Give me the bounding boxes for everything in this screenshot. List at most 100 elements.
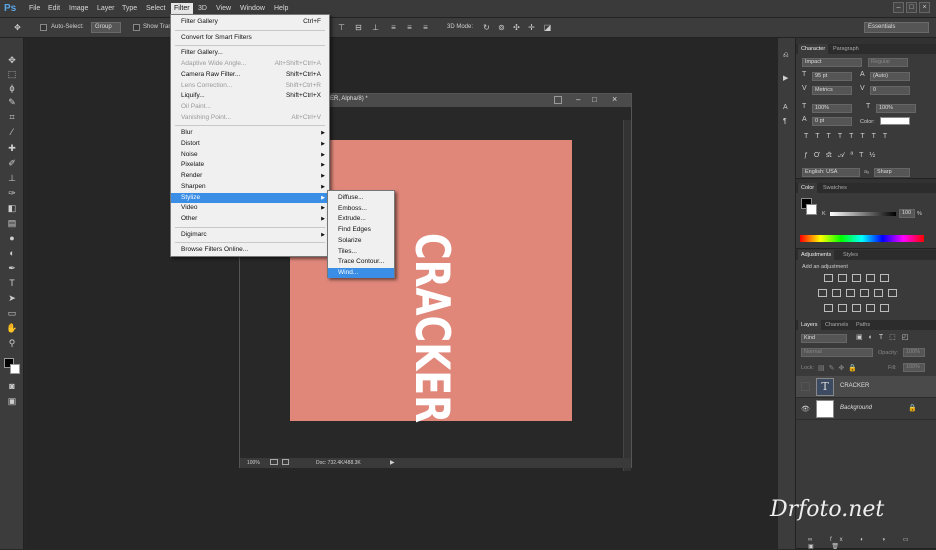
doc-maximize-button[interactable]: □ [592, 95, 597, 104]
doc-close-button[interactable]: × [612, 94, 617, 104]
background-color-swatch[interactable] [10, 364, 20, 374]
filter-menu-item[interactable]: Render ▶ [171, 171, 329, 181]
auto-select-checkbox[interactable] [40, 24, 47, 31]
filter-menu-item[interactable]: Sharpen ▶ [171, 182, 329, 192]
move-tool-icon[interactable]: ✥ [13, 23, 22, 32]
lock-icons[interactable]: ▤✎✥🔒 [818, 364, 861, 372]
text-color-swatch[interactable] [880, 117, 910, 125]
exposure-icon[interactable] [866, 274, 875, 282]
doc-minimize-button[interactable]: – [576, 95, 580, 104]
color-spectrum[interactable] [800, 235, 924, 242]
menu-select[interactable]: Select [146, 3, 165, 15]
menu-layer[interactable]: Layer [97, 3, 115, 15]
type-tool-icon[interactable]: T [5, 277, 19, 290]
filter-menu-item[interactable]: Filter Gallery... [171, 48, 329, 58]
filter-menu-item[interactable]: Convert for Smart Filters [171, 33, 329, 43]
font-family-select[interactable]: Impact [802, 58, 862, 67]
vertical-scrollbar[interactable] [623, 120, 631, 471]
fill-field[interactable]: 100% [903, 363, 925, 372]
app-minimize-button[interactable]: – [893, 2, 904, 13]
opacity-field[interactable]: 100% [903, 348, 925, 357]
blend-mode-select[interactable]: Normal [801, 348, 873, 357]
filter-menu-item[interactable]: Video ▶ [171, 203, 329, 213]
quick-mask-icon[interactable]: ◙ [5, 380, 19, 393]
filter-menu-item[interactable]: Camera Raw Filter... Shift+Ctrl+A [171, 70, 329, 80]
actions-panel-icon[interactable]: ▶ [783, 74, 788, 82]
stylize-menu-item[interactable]: Trace Contour... [328, 257, 394, 267]
gradient-tool-icon[interactable]: ▤ [5, 217, 19, 230]
character-panel-icon[interactable]: A [783, 104, 788, 111]
tab-adjustments[interactable]: Adjustments [798, 250, 835, 260]
screen-mode-icon[interactable]: ▣ [5, 395, 19, 408]
filter-menu-item[interactable]: Browse Filters Online... [171, 245, 329, 255]
leading-field[interactable]: (Auto) [870, 72, 910, 81]
opentype-buttons[interactable]: ƒƠﬆ𝒜ªT½ [804, 151, 881, 160]
color-lookup-icon[interactable] [888, 289, 897, 297]
distribute-bottom-icon[interactable]: ≡ [421, 23, 430, 32]
levels-icon[interactable] [838, 274, 847, 282]
history-brush-tool-icon[interactable]: ✑ [5, 187, 19, 200]
language-select[interactable]: English: USA [802, 168, 860, 177]
eraser-tool-icon[interactable]: ◧ [5, 202, 19, 215]
align-bottom-icon[interactable]: ⊥ [371, 23, 380, 32]
auto-select-dropdown[interactable]: Group [91, 22, 121, 33]
color-bg-swatch[interactable] [806, 204, 817, 215]
layer-name[interactable]: CRACKER [840, 383, 869, 389]
align-top-icon[interactable]: ⊤ [337, 23, 346, 32]
posterize-icon[interactable] [838, 304, 847, 312]
filter-menu-item[interactable]: Noise ▶ [171, 150, 329, 160]
stylize-menu-item[interactable]: Tiles... [328, 247, 394, 257]
black-white-icon[interactable] [846, 289, 855, 297]
filter-menu-item[interactable]: Digimarc ▶ [171, 230, 329, 240]
lasso-tool-icon[interactable]: ϕ [5, 82, 19, 95]
layers-footer-icons[interactable]: ∞ fx ◐ ◑ ▭ ▣ 🗑 [808, 536, 936, 550]
tab-styles[interactable]: Styles [840, 250, 861, 260]
3d-orbit-icon[interactable]: ↻ [482, 23, 491, 32]
curves-icon[interactable] [852, 274, 861, 282]
3d-pan-icon[interactable]: ✣ [512, 23, 521, 32]
color-balance-icon[interactable] [832, 289, 841, 297]
filter-menu-item[interactable]: Liquify... Shift+Ctrl+X [171, 91, 329, 101]
tab-swatches[interactable]: Swatches [820, 183, 850, 193]
filter-menu-item[interactable]: Oil Paint... [171, 102, 329, 112]
pen-tool-icon[interactable]: ✒ [5, 262, 19, 275]
zoom-level[interactable]: 100% [247, 460, 260, 466]
workspace-switcher[interactable]: Essentials [864, 22, 929, 33]
menu-file[interactable]: File [29, 3, 40, 15]
eyedropper-tool-icon[interactable]: ⁄ [5, 126, 19, 139]
dodge-tool-icon[interactable]: ◐ [5, 247, 19, 260]
menu-edit[interactable]: Edit [48, 3, 60, 15]
crop-tool-icon[interactable]: ⌗ [5, 111, 19, 124]
baseline-shift-field[interactable]: 0 pt [812, 117, 852, 126]
filter-menu-item[interactable]: Distort ▶ [171, 139, 329, 149]
healing-tool-icon[interactable]: ✚ [5, 142, 19, 155]
layer-name[interactable]: Background [840, 405, 872, 411]
history-panel-icon[interactable]: ⎌ [783, 52, 789, 60]
marquee-tool-icon[interactable]: ⬚ [5, 68, 19, 81]
clone-stamp-tool-icon[interactable]: ⊥ [5, 172, 19, 185]
filter-menu-item[interactable]: Stylize ▶ [171, 192, 329, 203]
status-share-icon[interactable] [282, 459, 289, 465]
font-style-select[interactable]: Regular [868, 58, 908, 67]
horizontal-scale-field[interactable]: 100% [876, 104, 916, 113]
stylize-menu-item[interactable]: Wind... [328, 267, 394, 278]
filter-menu-item[interactable]: Vanishing Point... Alt+Ctrl+V [171, 113, 329, 123]
filter-menu-item[interactable]: Adaptive Wide Angle... Alt+Shift+Ctrl+A [171, 59, 329, 69]
stylize-menu-item[interactable]: Solarize [328, 236, 394, 246]
distribute-top-icon[interactable]: ≡ [389, 23, 398, 32]
filter-menu-item[interactable]: Blur ▶ [171, 128, 329, 138]
threshold-icon[interactable] [852, 304, 861, 312]
kerning-field[interactable]: Metrics [812, 86, 852, 95]
invert-icon[interactable] [824, 304, 833, 312]
eye-icon[interactable]: 👁 [801, 405, 810, 413]
stylize-menu-item[interactable]: Emboss... [328, 204, 394, 214]
gradient-map-icon[interactable] [866, 304, 875, 312]
tab-color[interactable]: Color [798, 183, 818, 193]
stylize-menu-item[interactable]: Find Edges [328, 225, 394, 235]
layer-filter-icons[interactable]: ▣◐T⬚◰ [856, 333, 914, 341]
filter-menu-item[interactable]: Other ▶ [171, 214, 329, 224]
menu-image[interactable]: Image [69, 3, 88, 15]
app-maximize-button[interactable]: □ [906, 2, 917, 13]
channel-mixer-icon[interactable] [874, 289, 883, 297]
show-transform-checkbox[interactable] [133, 24, 140, 31]
